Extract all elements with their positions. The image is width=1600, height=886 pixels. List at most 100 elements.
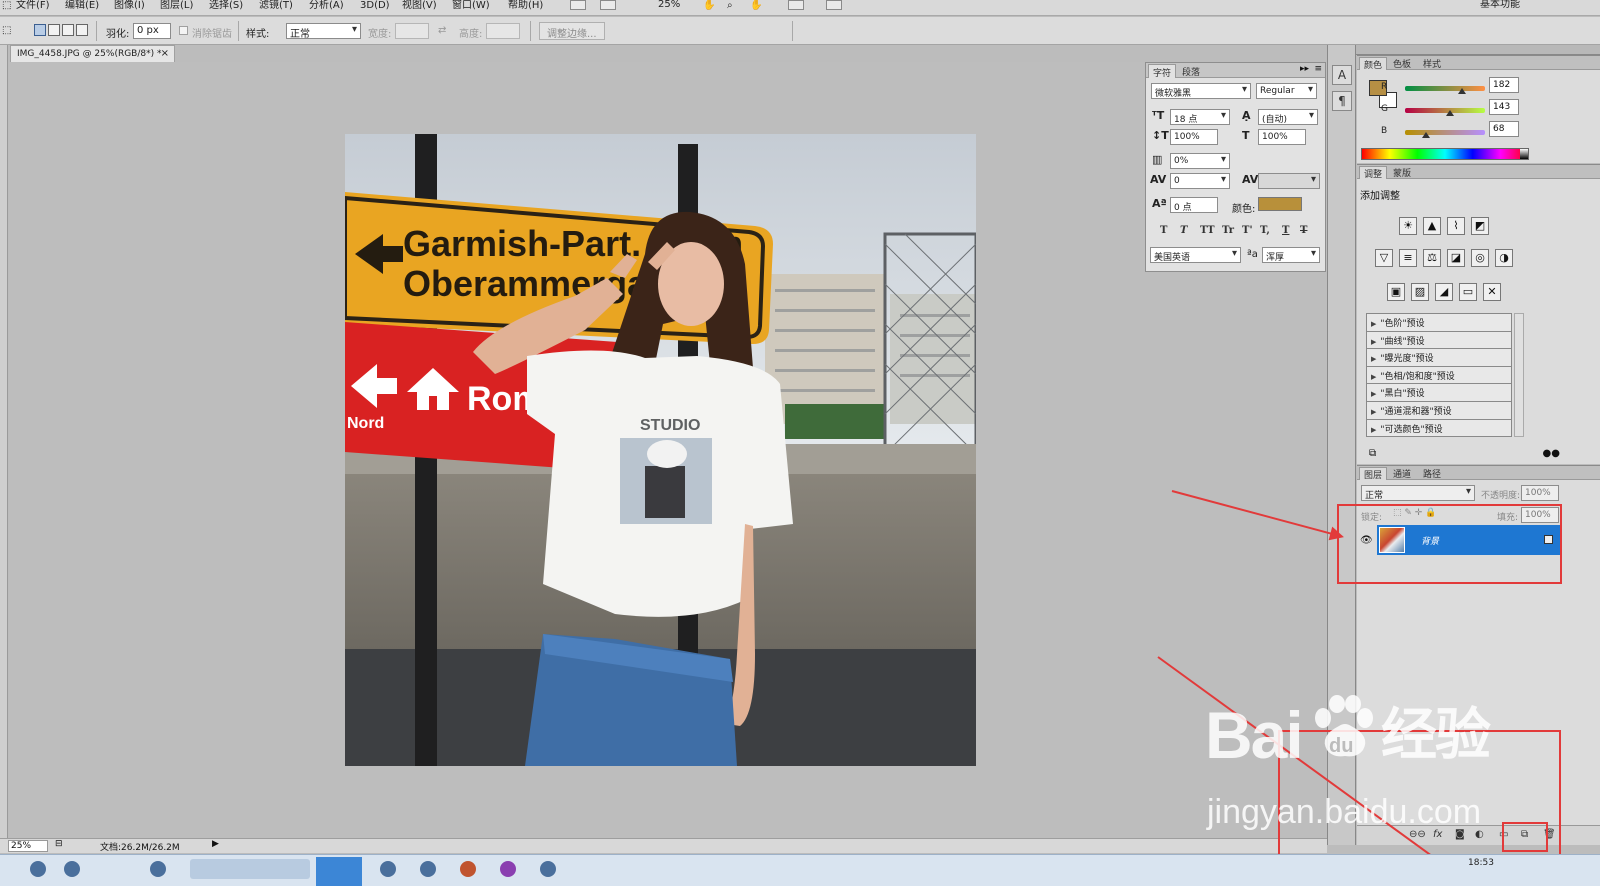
b-value[interactable]: 68 (1489, 121, 1519, 137)
selective-color-icon[interactable]: ✕ (1483, 283, 1501, 301)
threshold-icon[interactable]: ◢ (1435, 283, 1453, 301)
menu-layer[interactable]: 图层(L) (160, 0, 193, 11)
photoshop-task[interactable] (316, 857, 362, 886)
subtract-selection-icon[interactable] (62, 24, 74, 36)
b-slider-thumb[interactable] (1422, 132, 1431, 138)
presets-scrollbar[interactable] (1514, 313, 1524, 437)
panel-menu-icon[interactable]: ≡ (1314, 64, 1322, 74)
app-icon[interactable] (380, 861, 396, 877)
feather-input[interactable]: 0 px (133, 23, 171, 39)
status-menu-icon[interactable]: ⊟ (55, 839, 63, 849)
app-icon[interactable] (500, 861, 516, 877)
language-select[interactable]: 美国英语 (1150, 247, 1241, 263)
r-value[interactable]: 182 (1489, 77, 1519, 93)
faux-bold-button[interactable]: T (1160, 225, 1167, 236)
tab-character[interactable]: 字符 (1148, 64, 1177, 79)
zoom-tool-icon[interactable]: ⌕ (727, 0, 733, 11)
g-slider-thumb[interactable] (1445, 110, 1454, 116)
tab-swatches[interactable]: 色板 (1389, 57, 1415, 70)
style-select[interactable]: 正常 (286, 23, 361, 40)
preset-hue-saturation[interactable]: ▶ "色相/饱和度"预设 (1367, 366, 1511, 385)
document-image[interactable]: Garmish-Part. 46km Oberammergau Romantic… (345, 134, 976, 766)
status-zoom-field[interactable]: 25% (8, 840, 48, 852)
preset-curves[interactable]: ▶ "曲线"预设 (1367, 331, 1511, 350)
tab-masks[interactable]: 蒙版 (1389, 166, 1415, 179)
menu-view[interactable]: 视图(V) (402, 0, 437, 11)
font-style-select[interactable]: Regular (1256, 83, 1317, 99)
baseline-shift-field[interactable]: 0 点 (1170, 197, 1218, 213)
font-family-select[interactable]: 微软雅黑 (1151, 83, 1251, 99)
color-spectrum[interactable] (1361, 148, 1529, 160)
channel-mixer-icon[interactable]: ◑ (1495, 249, 1513, 267)
antialias-select[interactable]: 浑厚 (1262, 247, 1320, 263)
zoom-level[interactable]: 25% (658, 0, 680, 10)
preset-exposure[interactable]: ▶ "曝光度"预设 (1367, 349, 1511, 367)
tracking-field[interactable] (1258, 173, 1320, 189)
add-selection-icon[interactable] (48, 24, 60, 36)
tab-color[interactable]: 颜色 (1359, 57, 1388, 71)
menu-window[interactable]: 窗口(W) (452, 0, 490, 11)
curves-icon[interactable]: ⌇ (1447, 217, 1465, 235)
paragraph-panel-icon[interactable]: ¶ (1332, 91, 1352, 111)
new-selection-icon[interactable] (34, 24, 46, 36)
app-icon[interactable] (420, 861, 436, 877)
r-slider-thumb[interactable] (1458, 88, 1467, 94)
g-value[interactable]: 143 (1489, 99, 1519, 115)
vertical-scale-field[interactable]: 100% (1170, 129, 1218, 145)
screen-mode-icon[interactable] (826, 0, 842, 10)
opacity-field[interactable]: 100% (1521, 485, 1559, 501)
vibrance-icon[interactable]: ▽ (1375, 249, 1393, 267)
preset-selective-color[interactable]: ▶ "可选颜色"预设 (1367, 419, 1511, 438)
clip-layer-icon[interactable]: ●● (1543, 448, 1560, 459)
menu-help[interactable]: 帮助(H) (508, 0, 543, 11)
workspace-switcher[interactable]: 基本功能 (1480, 0, 1520, 10)
tools-panel[interactable] (0, 45, 8, 845)
tab-channels[interactable]: 通道 (1389, 467, 1415, 480)
tab-paragraph[interactable]: 段落 (1178, 64, 1204, 78)
levels-icon[interactable]: ▲ (1423, 217, 1441, 235)
leading-field[interactable]: (自动) (1258, 109, 1318, 125)
antialias-checkbox[interactable] (179, 26, 188, 35)
superscript-button[interactable]: T' (1242, 225, 1253, 236)
black-white-icon[interactable]: ◪ (1447, 249, 1465, 267)
tsume-field[interactable]: 0% (1170, 153, 1230, 169)
app-icon[interactable] (150, 861, 166, 877)
underline-button[interactable]: T (1282, 225, 1289, 236)
posterize-icon[interactable]: ▨ (1411, 283, 1429, 301)
menu-analysis[interactable]: 分析(A) (309, 0, 344, 11)
color-balance-icon[interactable]: ⚖ (1423, 249, 1441, 267)
subscript-button[interactable]: T, (1260, 225, 1270, 236)
tab-paths[interactable]: 路径 (1419, 467, 1445, 480)
gradient-map-icon[interactable]: ▭ (1459, 283, 1477, 301)
tab-adjustments[interactable]: 调整 (1359, 166, 1388, 180)
menu-edit[interactable]: 编辑(E) (65, 0, 99, 11)
browser-task[interactable] (190, 859, 310, 879)
height-input[interactable] (486, 23, 520, 39)
small-caps-button[interactable]: Tr (1222, 225, 1234, 236)
intersect-selection-icon[interactable] (76, 24, 88, 36)
character-panel-icon[interactable]: A (1332, 65, 1352, 85)
tab-styles[interactable]: 样式 (1419, 57, 1445, 70)
view-extras-icon[interactable] (600, 0, 616, 10)
faux-italic-button[interactable]: T (1180, 225, 1187, 236)
swap-icon[interactable]: ⇄ (438, 25, 446, 36)
b-slider[interactable] (1405, 130, 1485, 135)
arrange-documents-icon[interactable] (788, 0, 804, 10)
brightness-contrast-icon[interactable]: ☀ (1399, 217, 1417, 235)
menu-filter[interactable]: 滤镜(T) (259, 0, 293, 11)
marquee-tool-icon[interactable]: ⬚ (2, 0, 11, 11)
adjustment-layer-icon[interactable]: ⧉ (1369, 448, 1376, 459)
width-input[interactable] (395, 23, 429, 39)
task-view-icon[interactable] (64, 861, 80, 877)
hue-saturation-icon[interactable]: ≡ (1399, 249, 1417, 267)
refine-edge-button[interactable]: 调整边缘... (539, 22, 605, 40)
photo-filter-icon[interactable]: ◎ (1471, 249, 1489, 267)
preset-levels[interactable]: ▶ "色阶"预设 (1367, 314, 1511, 332)
status-arrow-icon[interactable]: ▶ (212, 839, 219, 849)
invert-icon[interactable]: ▣ (1387, 283, 1405, 301)
bridge-icon[interactable] (570, 0, 586, 10)
strikethrough-button[interactable]: T (1300, 225, 1307, 236)
horizontal-scale-field[interactable]: 100% (1258, 129, 1306, 145)
tab-layers[interactable]: 图层 (1359, 467, 1388, 481)
blend-mode-select[interactable]: 正常 (1361, 485, 1475, 501)
